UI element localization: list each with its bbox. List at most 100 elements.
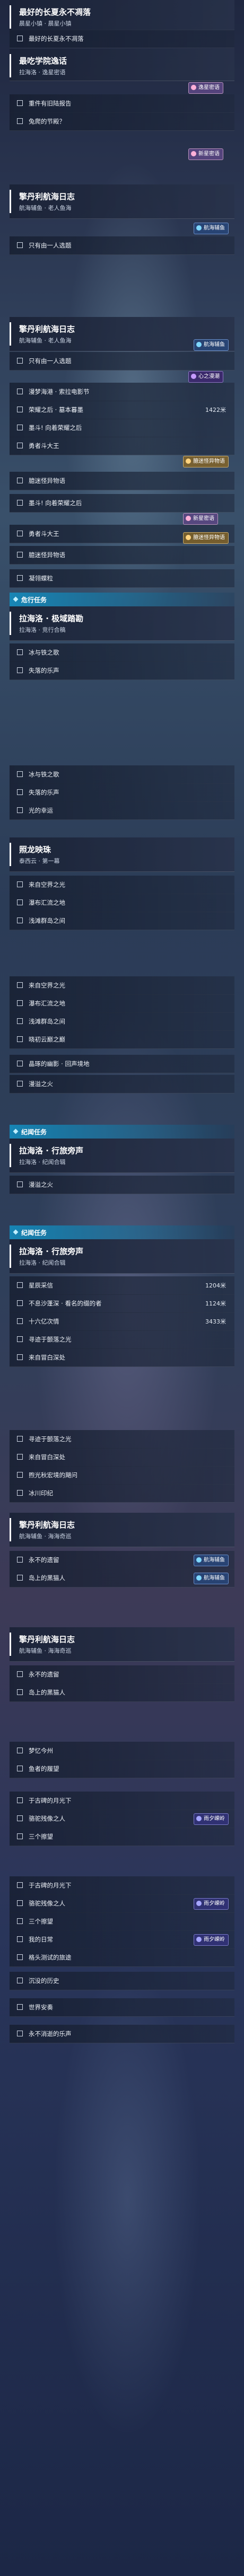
list-item[interactable]: 不息沙蓬深 · 看名的缀的者 1124米 <box>10 1294 234 1313</box>
checkbox[interactable] <box>17 1918 23 1924</box>
list-item[interactable]: 墨斗! 向着荣耀之后 <box>10 494 234 513</box>
checkbox[interactable] <box>17 1018 23 1024</box>
checkbox[interactable] <box>17 918 23 923</box>
list-item[interactable]: 失落的乐声 <box>10 783 234 802</box>
quest-card[interactable]: 最吃学院逸话 拉海洛 · 逸星密语 <box>10 49 234 81</box>
list-item[interactable]: 格头测试的旅途 <box>10 1948 234 1967</box>
checkbox[interactable] <box>17 1000 23 1006</box>
checkbox[interactable] <box>17 649 23 655</box>
list-item[interactable]: 凝翎蝶粒 <box>10 569 234 588</box>
list-item[interactable]: 来自冒白深处 <box>10 1448 234 1467</box>
checkbox[interactable] <box>17 1815 23 1821</box>
checkbox[interactable] <box>17 1748 23 1753</box>
checkbox[interactable] <box>17 407 23 412</box>
list-item[interactable]: 煦光秋宏境的飓问 <box>10 1466 234 1485</box>
checkbox[interactable] <box>17 1354 23 1360</box>
checkbox[interactable] <box>17 899 23 905</box>
checkbox[interactable] <box>17 771 23 777</box>
list-item[interactable]: 晓初云巅之巅 <box>10 1030 234 1049</box>
checkbox[interactable] <box>17 2004 23 2010</box>
list-item[interactable]: 世界安奏 <box>10 1998 234 2017</box>
list-item[interactable]: 岛上的黑猫人 <box>10 1683 234 1702</box>
checkbox[interactable] <box>17 531 23 536</box>
quest-card[interactable]: 拉海洛 · 行旅旁声 拉海洛 · 纪闻合辑 <box>10 1139 234 1173</box>
list-item[interactable]: 墨斗! 向着荣耀之后 <box>10 419 234 437</box>
checkbox[interactable] <box>17 478 23 483</box>
list-item[interactable]: 浅滩群岛之间 <box>10 1012 234 1031</box>
quest-card[interactable]: 最好的长夏永不凋落 晨星小镇 · 晨星小镇 <box>10 0 234 30</box>
checkbox[interactable] <box>17 1671 23 1677</box>
checkbox[interactable] <box>17 1833 23 1839</box>
list-item[interactable]: 重件有旧陆报告 <box>10 94 234 113</box>
list-item[interactable]: 臆迷怪异物语 <box>10 546 234 564</box>
checkbox[interactable] <box>17 1036 23 1042</box>
quest-card[interactable]: 擎丹利航海日志 航海辅鱼 · 海海奇巡 <box>10 1627 234 1662</box>
list-item[interactable]: 漫梦海港 · 索拉电影节 <box>10 383 234 401</box>
list-item[interactable]: 沉没的历史 <box>10 1972 234 1990</box>
checkbox[interactable] <box>17 1766 23 1771</box>
quest-card[interactable]: 擎丹利航海日志 航海辅鱼 · 老人鱼海 <box>10 184 234 219</box>
checkbox[interactable] <box>17 1954 23 1960</box>
list-item[interactable]: 冰与铁之歌 <box>10 643 234 662</box>
list-item[interactable]: 来自冒白深处 <box>10 1348 234 1367</box>
checkbox[interactable] <box>17 389 23 394</box>
checkbox[interactable] <box>17 881 23 887</box>
list-item[interactable]: 漫溢之火 <box>10 1176 234 1194</box>
checkbox[interactable] <box>17 1472 23 1478</box>
list-item[interactable]: 三个擦望 <box>10 1828 234 1846</box>
list-item[interactable]: 来自空界之光 <box>10 976 234 995</box>
list-item[interactable]: 冰与铁之歌 <box>10 765 234 784</box>
list-item[interactable]: 晶琢的幽影 · 回声境地 <box>10 1055 234 1073</box>
checkbox[interactable] <box>17 500 23 506</box>
checkbox[interactable] <box>17 1300 23 1306</box>
checkbox[interactable] <box>17 2031 23 2036</box>
quest-card[interactable]: 拉海洛 · 行旅旁声 拉海洛 · 纪闻合辑 <box>10 1239 234 1274</box>
list-item[interactable]: 瀑布汇流之地 <box>10 994 234 1013</box>
list-item[interactable]: 光的幸运 <box>10 801 234 820</box>
checkbox[interactable] <box>17 1454 23 1460</box>
checkbox[interactable] <box>17 1882 23 1888</box>
list-item[interactable]: 鱼者的履望 <box>10 1760 234 1778</box>
checkbox[interactable] <box>17 1557 23 1563</box>
list-item[interactable]: 只有由一人选题 <box>10 352 234 370</box>
checkbox[interactable] <box>17 1689 23 1695</box>
checkbox[interactable] <box>17 100 23 106</box>
checkbox[interactable] <box>17 358 23 364</box>
checkbox[interactable] <box>17 1575 23 1581</box>
list-item[interactable]: 勇者斗大王 <box>10 437 234 455</box>
list-item[interactable]: 漫溢之火 <box>10 1075 234 1093</box>
checkbox[interactable] <box>17 1900 23 1906</box>
checkbox[interactable] <box>17 118 23 124</box>
quest-card[interactable]: 照龙映珠 泰西云 · 第一幕 <box>10 837 234 872</box>
checkbox[interactable] <box>17 667 23 673</box>
list-item[interactable]: 星辰采信 1204米 <box>10 1276 234 1295</box>
checkbox[interactable] <box>17 1282 23 1288</box>
checkbox[interactable] <box>17 242 23 248</box>
checkbox[interactable] <box>17 1181 23 1187</box>
list-item[interactable]: 兔爬的节殿？ <box>10 112 234 131</box>
checkbox[interactable] <box>17 807 23 813</box>
checkbox[interactable] <box>17 1936 23 1942</box>
quest-card[interactable]: 拉海洛 · 极域踏勘 拉海洛 · 竞行合稿 <box>10 606 234 641</box>
list-item[interactable]: 冰川印纪 <box>10 1484 234 1503</box>
checkbox[interactable] <box>17 1490 23 1496</box>
list-item[interactable]: 只有由一人选题 <box>10 236 234 255</box>
checkbox[interactable] <box>17 1061 23 1066</box>
list-item[interactable]: 失落的乐声 <box>10 661 234 680</box>
list-item[interactable]: 三个擦望 <box>10 1912 234 1931</box>
quest-card[interactable]: 擎丹利航海日志 航海辅鱼 · 海海奇巡 <box>10 1513 234 1547</box>
list-item[interactable]: 寻迹于颤落之光 <box>10 1430 234 1449</box>
list-item[interactable]: 最好的长夏永不凋落 <box>10 30 234 48</box>
list-item[interactable]: 于古碑的月光下 <box>10 1792 234 1810</box>
list-item[interactable]: 来自空界之光 <box>10 876 234 894</box>
list-item[interactable]: 臆迷怪异物语 <box>10 472 234 490</box>
checkbox[interactable] <box>17 36 23 41</box>
checkbox[interactable] <box>17 1318 23 1324</box>
list-item[interactable]: 浅滩群岛之间 <box>10 912 234 930</box>
checkbox[interactable] <box>17 1797 23 1803</box>
checkbox[interactable] <box>17 575 23 581</box>
checkbox[interactable] <box>17 1336 23 1342</box>
checkbox[interactable] <box>17 552 23 558</box>
checkbox[interactable] <box>17 1978 23 1983</box>
list-item[interactable]: 梦忆今州 <box>10 1742 234 1760</box>
